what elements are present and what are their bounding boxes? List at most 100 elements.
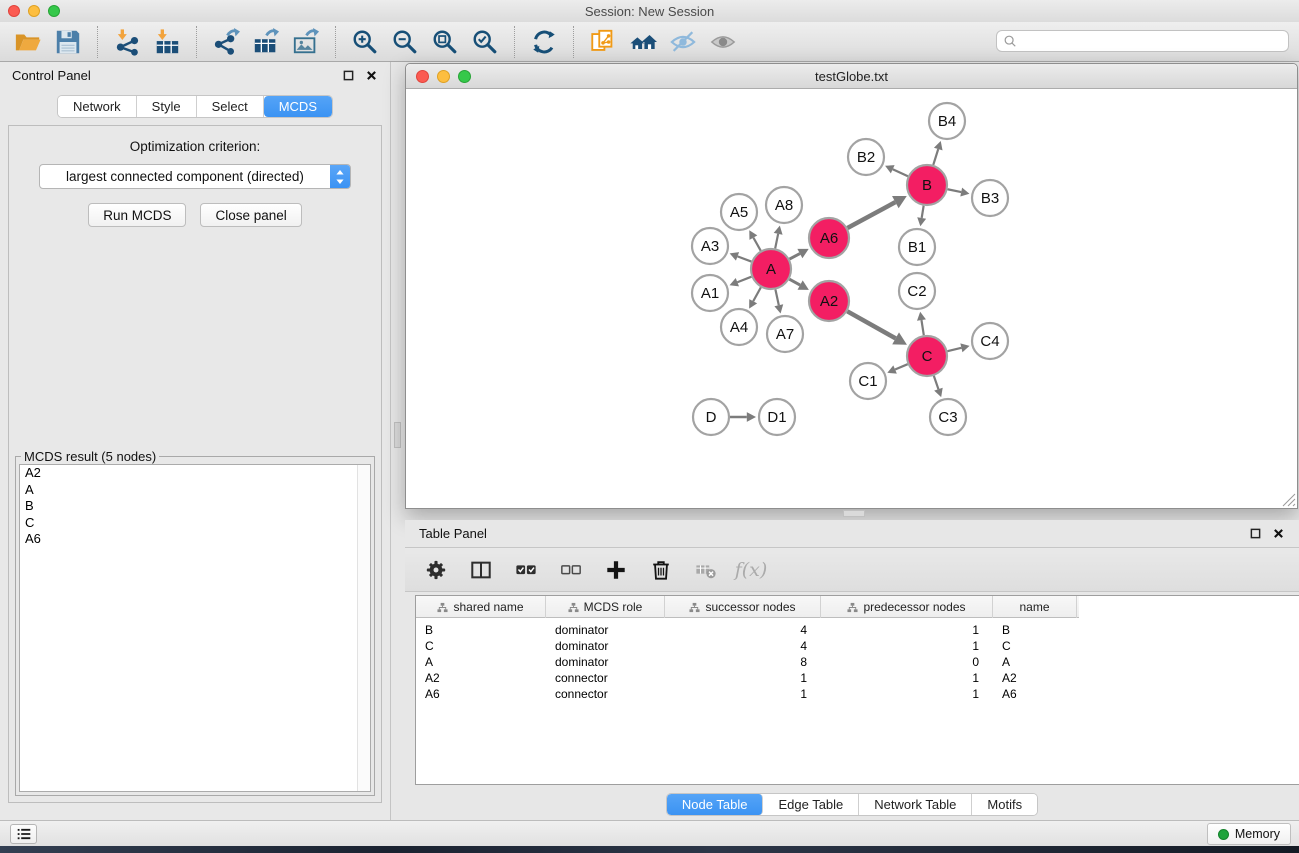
gear-icon[interactable] xyxy=(423,557,449,583)
window-resize-handle[interactable] xyxy=(1282,493,1296,507)
column-header-successor-nodes[interactable]: successor nodes xyxy=(665,596,821,618)
graph-edge-A-A4[interactable] xyxy=(753,287,761,301)
graph-node-A4[interactable]: A4 xyxy=(721,309,757,345)
mcds-result-item[interactable]: A6 xyxy=(20,531,370,548)
column-header-MCDS-role[interactable]: MCDS role xyxy=(546,596,665,618)
graph-node-C2[interactable]: C2 xyxy=(899,273,935,309)
mcds-result-item[interactable]: A xyxy=(20,482,370,499)
graph-edge-A-A6[interactable] xyxy=(790,254,800,260)
table-cell[interactable]: 1 xyxy=(665,671,821,685)
table-cell[interactable]: B xyxy=(416,623,546,637)
tab-edge-table[interactable]: Edge Table xyxy=(763,794,859,815)
mcds-result-item[interactable]: C xyxy=(20,515,370,532)
graph-edge-A-A1[interactable] xyxy=(737,277,751,283)
graph-edge-A-A8[interactable] xyxy=(775,234,778,249)
tab-network-table[interactable]: Network Table xyxy=(859,794,972,815)
table-cell[interactable]: A6 xyxy=(416,687,546,701)
zoom-out-icon[interactable] xyxy=(388,25,422,59)
table-row[interactable]: A6connector11A6 xyxy=(416,686,1299,702)
hide-panel-icon[interactable] xyxy=(666,25,700,59)
table-row[interactable]: Adominator80A xyxy=(416,654,1299,670)
graph-node-A7[interactable]: A7 xyxy=(767,316,803,352)
split-view-icon[interactable] xyxy=(468,557,494,583)
search-box[interactable] xyxy=(996,30,1289,52)
table-cell[interactable]: 1 xyxy=(821,687,993,701)
graph-edge-A-A2[interactable] xyxy=(789,279,800,285)
graph-node-B2[interactable]: B2 xyxy=(848,139,884,175)
graph-node-A8[interactable]: A8 xyxy=(766,187,802,223)
float-panel-icon[interactable] xyxy=(341,68,355,82)
zoom-fit-icon[interactable] xyxy=(428,25,462,59)
select-all-icon[interactable] xyxy=(513,557,539,583)
graph-edge-A-A5[interactable] xyxy=(753,238,760,251)
graph-edge-B-B4[interactable] xyxy=(933,149,938,165)
close-panel-button[interactable]: Close panel xyxy=(200,203,301,227)
column-header-shared-name[interactable]: shared name xyxy=(416,596,546,618)
scrollbar-track[interactable] xyxy=(357,465,370,791)
function-builder-icon[interactable]: f(x) xyxy=(738,557,764,583)
tab-motifs[interactable]: Motifs xyxy=(972,794,1037,815)
task-history-button[interactable] xyxy=(10,824,37,844)
tab-style[interactable]: Style xyxy=(137,96,197,117)
export-image-icon[interactable] xyxy=(289,25,323,59)
graph-node-C4[interactable]: C4 xyxy=(972,323,1008,359)
mcds-result-list[interactable]: A2ABCA6 xyxy=(19,464,371,792)
export-network-icon[interactable] xyxy=(209,25,243,59)
memory-button[interactable]: Memory xyxy=(1207,823,1291,845)
tab-node-table[interactable]: Node Table xyxy=(667,794,764,815)
zoom-selected-icon[interactable] xyxy=(468,25,502,59)
table-cell[interactable]: A xyxy=(993,655,1077,669)
graph-edge-B-B2[interactable] xyxy=(893,169,908,176)
criterion-dropdown[interactable]: largest connected component (directed) xyxy=(39,164,351,189)
column-header-name[interactable]: name xyxy=(993,596,1077,618)
graph-node-A2[interactable]: A2 xyxy=(809,281,849,321)
network-window-titlebar[interactable]: testGlobe.txt xyxy=(406,64,1297,89)
refresh-icon[interactable] xyxy=(527,25,561,59)
graph-edge-A-A3[interactable] xyxy=(738,256,752,261)
graph-node-A6[interactable]: A6 xyxy=(809,218,849,258)
import-network-icon[interactable] xyxy=(110,25,144,59)
table-cell[interactable]: dominator xyxy=(546,639,665,653)
table-row[interactable]: Cdominator41C xyxy=(416,638,1299,654)
table-cell[interactable]: dominator xyxy=(546,623,665,637)
import-table-icon[interactable] xyxy=(150,25,184,59)
graph-edge-A2-C[interactable] xyxy=(847,311,895,338)
save-session-icon[interactable] xyxy=(51,25,85,59)
tab-network[interactable]: Network xyxy=(58,96,137,117)
search-input[interactable] xyxy=(1021,32,1282,50)
table-cell[interactable]: dominator xyxy=(546,655,665,669)
graph-node-A[interactable]: A xyxy=(751,249,791,289)
column-header-predecessor-nodes[interactable]: predecessor nodes xyxy=(821,596,993,618)
table-cell[interactable]: 4 xyxy=(665,623,821,637)
graph-node-A1[interactable]: A1 xyxy=(692,275,728,311)
table-cell[interactable]: C xyxy=(993,639,1077,653)
show-panel-icon[interactable] xyxy=(706,25,740,59)
graph-node-C[interactable]: C xyxy=(907,336,947,376)
graph-node-B1[interactable]: B1 xyxy=(899,229,935,265)
graph-node-C1[interactable]: C1 xyxy=(850,363,886,399)
graph-edge-C-C4[interactable] xyxy=(947,348,961,351)
horizontal-splitter-handle[interactable] xyxy=(843,510,865,517)
export-table-icon[interactable] xyxy=(249,25,283,59)
graph-edge-C-C3[interactable] xyxy=(934,376,939,389)
deselect-all-icon[interactable] xyxy=(558,557,584,583)
graph-edge-C-C1[interactable] xyxy=(895,364,908,369)
graph-edge-A-A7[interactable] xyxy=(775,290,778,306)
table-cell[interactable]: 1 xyxy=(821,623,993,637)
network-overview-icon[interactable] xyxy=(586,25,620,59)
table-cell[interactable]: 1 xyxy=(821,671,993,685)
graph-node-B4[interactable]: B4 xyxy=(929,103,965,139)
graph-node-D1[interactable]: D1 xyxy=(759,399,795,435)
delete-table-icon[interactable] xyxy=(693,557,719,583)
graph-node-B3[interactable]: B3 xyxy=(972,180,1008,216)
zoom-in-icon[interactable] xyxy=(348,25,382,59)
graph-edge-B-B3[interactable] xyxy=(948,189,962,192)
open-session-icon[interactable] xyxy=(11,25,45,59)
table-cell[interactable]: 0 xyxy=(821,655,993,669)
graph-edge-A6-B[interactable] xyxy=(847,202,895,228)
graph-node-C3[interactable]: C3 xyxy=(930,399,966,435)
table-cell[interactable]: B xyxy=(993,623,1077,637)
close-table-panel-icon[interactable] xyxy=(1271,527,1285,541)
table-cell[interactable]: C xyxy=(416,639,546,653)
table-cell[interactable]: 1 xyxy=(665,687,821,701)
